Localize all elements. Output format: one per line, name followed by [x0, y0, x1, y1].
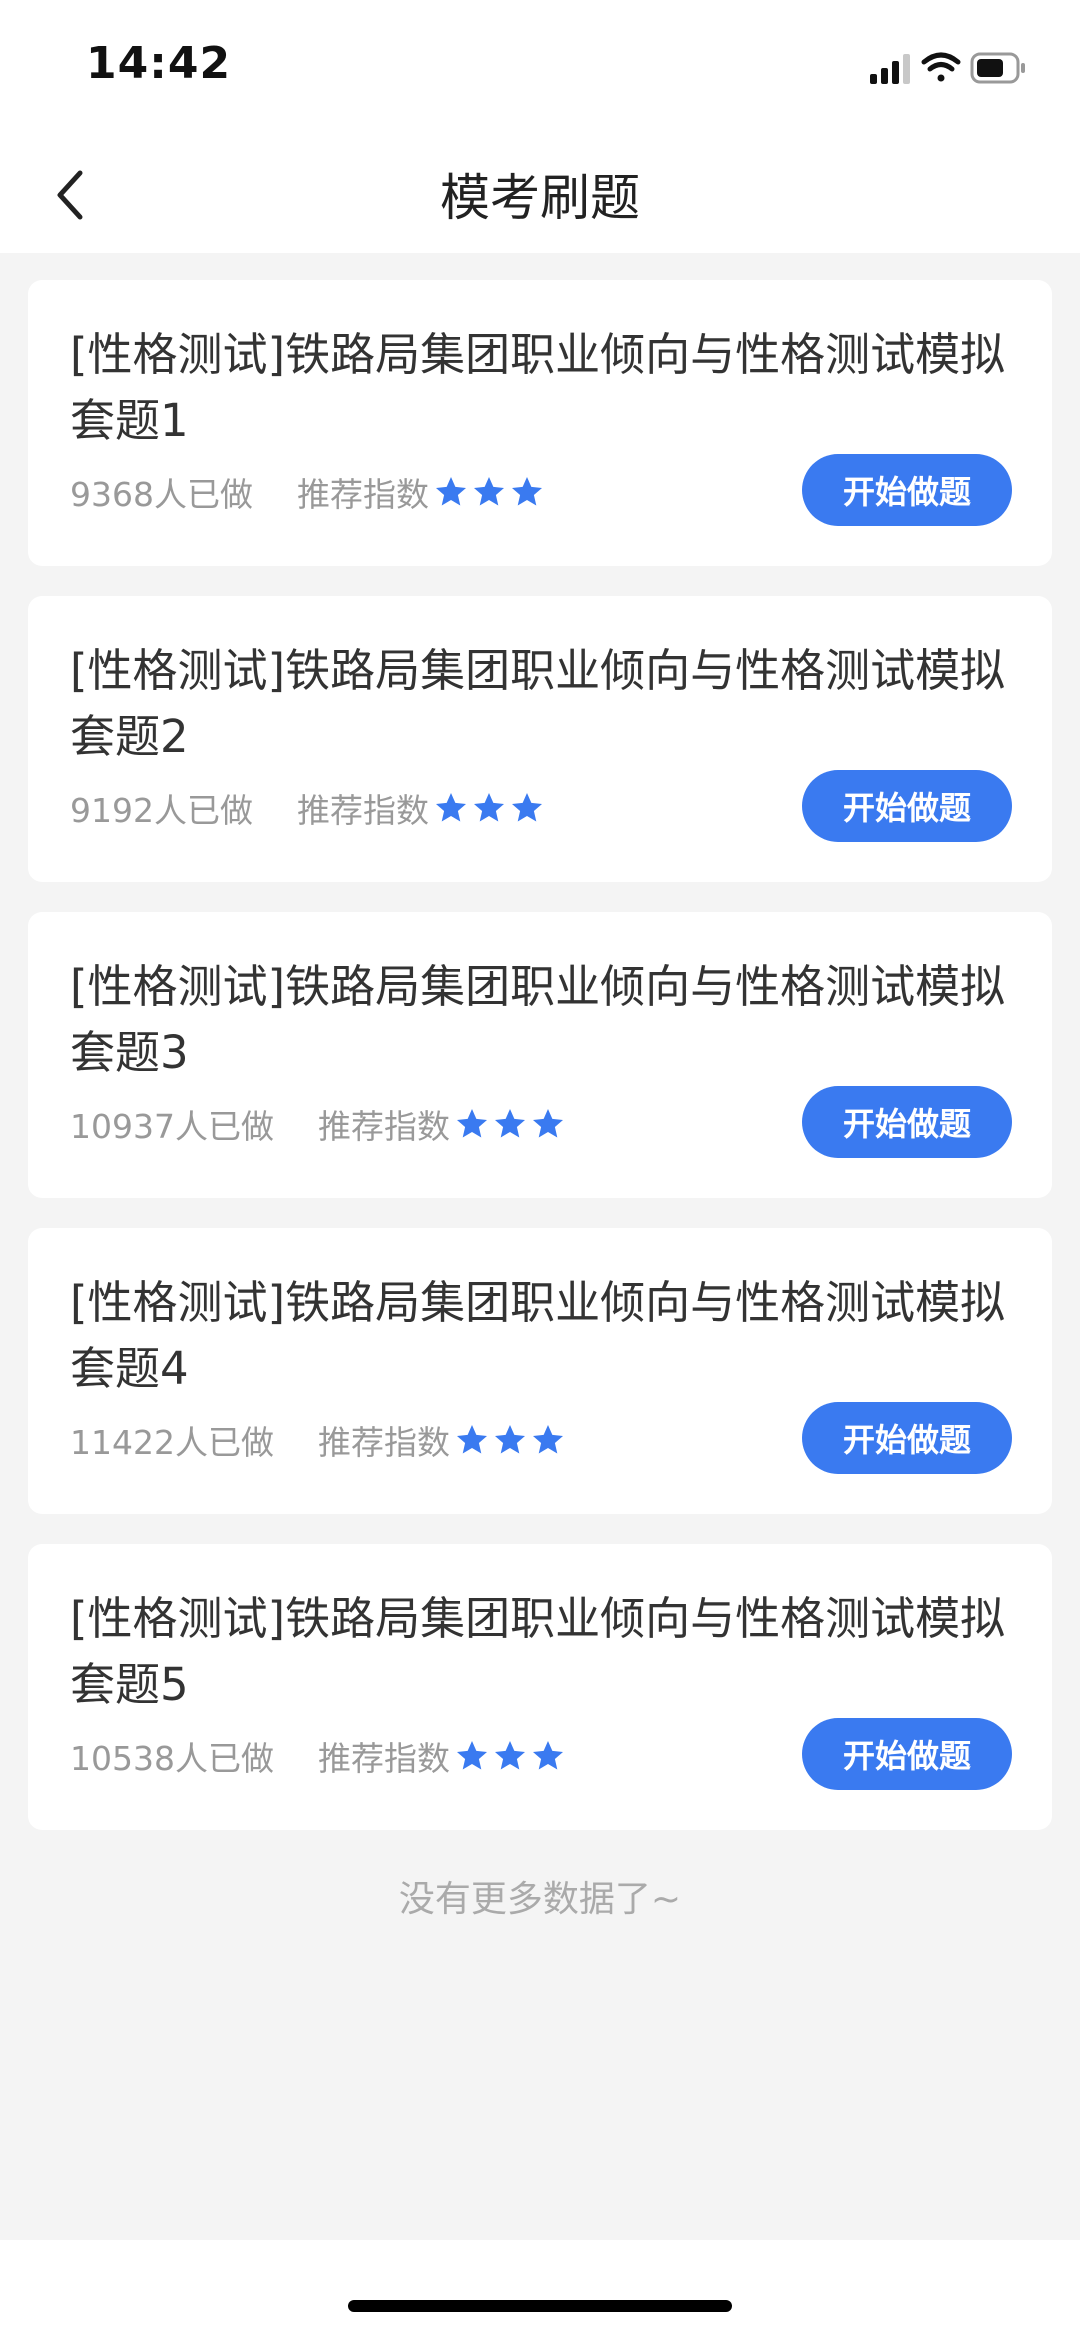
- recommend-label: 推荐指数: [296, 475, 429, 514]
- exam-meta: 9192人已做 推荐指数: [70, 780, 547, 836]
- exam-title: [性格测试]铁路局集团职业倾向与性格测试模拟套题4: [70, 1276, 1006, 1395]
- done-count: 9192人已做: [70, 791, 253, 830]
- start-button[interactable]: 开始做题: [802, 1086, 1012, 1158]
- recommend-label: 推荐指数: [296, 791, 429, 830]
- star-icon: [456, 1425, 487, 1454]
- exam-card[interactable]: [性格测试]铁路局集团职业倾向与性格测试模拟套题5 10538人已做 推荐指数 …: [28, 1544, 1052, 1830]
- done-count: 11422人已做: [70, 1423, 274, 1462]
- star-icon: [511, 477, 542, 506]
- exam-meta: 9368人已做 推荐指数: [70, 464, 547, 520]
- exam-card[interactable]: [性格测试]铁路局集团职业倾向与性格测试模拟套题3 10937人已做 推荐指数 …: [28, 912, 1052, 1198]
- page-title: 模考刷题: [440, 169, 640, 227]
- recommend-stars: [433, 474, 547, 510]
- star-icon: [511, 793, 542, 822]
- exam-title: [性格测试]铁路局集团职业倾向与性格测试模拟套题1: [70, 328, 1006, 447]
- star-icon: [456, 1741, 487, 1770]
- exam-meta: 10937人已做 推荐指数: [70, 1096, 568, 1152]
- star-icon: [532, 1109, 563, 1138]
- recommend-stars: [454, 1738, 568, 1774]
- star-icon: [532, 1425, 563, 1454]
- done-count: 10538人已做: [70, 1739, 274, 1778]
- start-button[interactable]: 开始做题: [802, 454, 1012, 526]
- status-bar: 14:42: [0, 0, 1080, 135]
- done-count: 10937人已做: [70, 1107, 274, 1146]
- signal-icon: [870, 54, 910, 84]
- start-button[interactable]: 开始做题: [802, 1402, 1012, 1474]
- star-icon: [473, 477, 504, 506]
- exam-title: [性格测试]铁路局集团职业倾向与性格测试模拟套题2: [70, 644, 1006, 763]
- exam-meta: 10538人已做 推荐指数: [70, 1728, 568, 1784]
- recommend-label: 推荐指数: [317, 1739, 450, 1778]
- status-icons-svg: [870, 52, 1025, 84]
- start-button[interactable]: 开始做题: [802, 1718, 1012, 1790]
- exam-title: [性格测试]铁路局集团职业倾向与性格测试模拟套题5: [70, 1592, 1006, 1711]
- nav-bar: 模考刷题: [0, 135, 1080, 253]
- exam-card[interactable]: [性格测试]铁路局集团职业倾向与性格测试模拟套题2 9192人已做 推荐指数 开…: [28, 596, 1052, 882]
- star-icon: [494, 1741, 525, 1770]
- battery-icon: [970, 52, 1025, 84]
- recommend-label: 推荐指数: [317, 1107, 450, 1146]
- exam-card[interactable]: [性格测试]铁路局集团职业倾向与性格测试模拟套题4 11422人已做 推荐指数 …: [28, 1228, 1052, 1514]
- star-icon: [435, 793, 466, 822]
- done-count: 9368人已做: [70, 475, 253, 514]
- star-icon: [456, 1109, 487, 1138]
- bottom-safe-area: [0, 2240, 1080, 2337]
- recommend-stars: [454, 1422, 568, 1458]
- recommend-stars: [433, 790, 547, 826]
- star-icon: [435, 477, 466, 506]
- recommend-stars: [454, 1106, 568, 1142]
- exam-meta: 11422人已做 推荐指数: [70, 1412, 568, 1468]
- recommend-label: 推荐指数: [317, 1423, 450, 1462]
- star-icon: [494, 1109, 525, 1138]
- status-icons: [830, 48, 1030, 88]
- status-time: 14:42: [86, 38, 232, 89]
- no-more-data-text: 没有更多数据了~: [398, 1879, 682, 1920]
- home-indicator[interactable]: [348, 2300, 732, 2312]
- star-icon: [532, 1741, 563, 1770]
- start-button[interactable]: 开始做题: [802, 770, 1012, 842]
- exam-list: [性格测试]铁路局集团职业倾向与性格测试模拟套题1 9368人已做 推荐指数 开…: [28, 280, 1052, 1860]
- star-icon: [494, 1425, 525, 1454]
- exam-card[interactable]: [性格测试]铁路局集团职业倾向与性格测试模拟套题1 9368人已做 推荐指数 开…: [28, 280, 1052, 566]
- exam-title: [性格测试]铁路局集团职业倾向与性格测试模拟套题3: [70, 960, 1006, 1079]
- wifi-icon: [921, 52, 961, 82]
- star-icon: [473, 793, 504, 822]
